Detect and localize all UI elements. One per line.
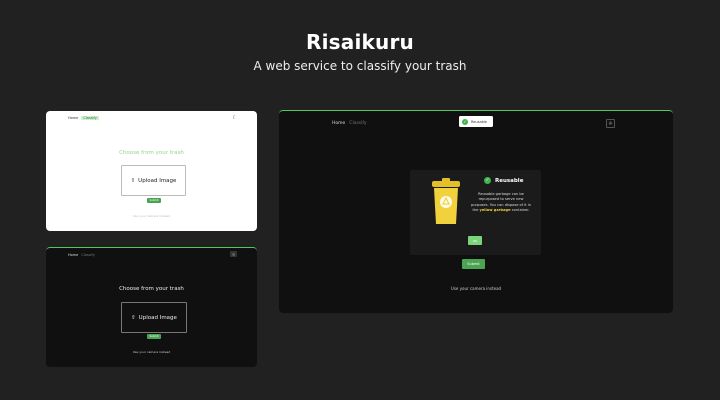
light-theme-screenshot: Home Classify ☾ Choose from your trash ⇧ … — [46, 111, 257, 231]
dark-theme-screenshot-result: Home Classify ✓ Reusable ☼ Submit Use you… — [279, 110, 673, 313]
desc-highlight: yellow garbage — [479, 208, 511, 213]
camera-link[interactable]: Use your camera instead — [46, 350, 257, 354]
nav-home-link[interactable]: Home — [68, 116, 78, 120]
check-icon: ✓ — [484, 177, 491, 184]
choose-heading: Choose from your trash — [119, 286, 184, 292]
nav-home-link[interactable]: Home — [332, 121, 345, 126]
result-toast: ✓ Reusable — [459, 116, 493, 127]
choose-heading: Choose from your trash — [119, 150, 184, 156]
navbar: Home Classify — [332, 121, 367, 126]
navbar: Home Classify — [68, 116, 99, 120]
nav-classify-link[interactable]: Classify — [81, 253, 94, 257]
upload-image-button[interactable]: ⇧ Upload Image — [121, 165, 186, 196]
page-subtitle: A web service to classify your trash — [253, 59, 467, 73]
submit-button[interactable]: Submit — [147, 198, 161, 203]
desc-part: container. — [510, 208, 530, 213]
nav-classify-link[interactable]: Classify — [349, 121, 366, 126]
upload-icon: ⇧ — [130, 177, 136, 184]
yellow-bin-icon — [432, 178, 460, 224]
ok-button[interactable]: OK — [468, 236, 482, 245]
navbar: Home Classify — [68, 253, 95, 257]
result-modal: ✓ Reusable Reusable garbage can be repur… — [410, 170, 541, 255]
sun-icon[interactable]: ☼ — [606, 119, 615, 128]
submit-button[interactable]: Submit — [462, 259, 485, 269]
camera-link[interactable]: Use your camera instead — [279, 286, 673, 291]
nav-classify-link[interactable]: Classify — [81, 116, 99, 120]
upload-icon: ⇧ — [131, 314, 136, 321]
upload-label: Upload Image — [138, 314, 177, 321]
page-title: Risaikuru — [306, 30, 414, 54]
upload-label: Upload Image — [138, 177, 177, 184]
result-title: ✓ Reusable — [484, 177, 523, 184]
nav-home-link[interactable]: Home — [68, 253, 78, 257]
upload-image-button[interactable]: ⇧ Upload Image — [121, 302, 187, 333]
submit-button[interactable]: Submit — [147, 334, 161, 339]
check-icon: ✓ — [462, 118, 468, 125]
camera-link[interactable]: Use your camera instead — [46, 214, 257, 218]
moon-icon[interactable]: ☾ — [233, 115, 237, 121]
dark-theme-screenshot-small: Home Classify ☼ Choose from your trash ⇧ … — [46, 247, 257, 367]
result-description: Reusable garbage can be repurposed to se… — [471, 192, 531, 214]
toast-label: Reusable — [471, 119, 487, 124]
result-title-text: Reusable — [495, 177, 524, 184]
sun-icon[interactable]: ☼ — [230, 251, 237, 257]
